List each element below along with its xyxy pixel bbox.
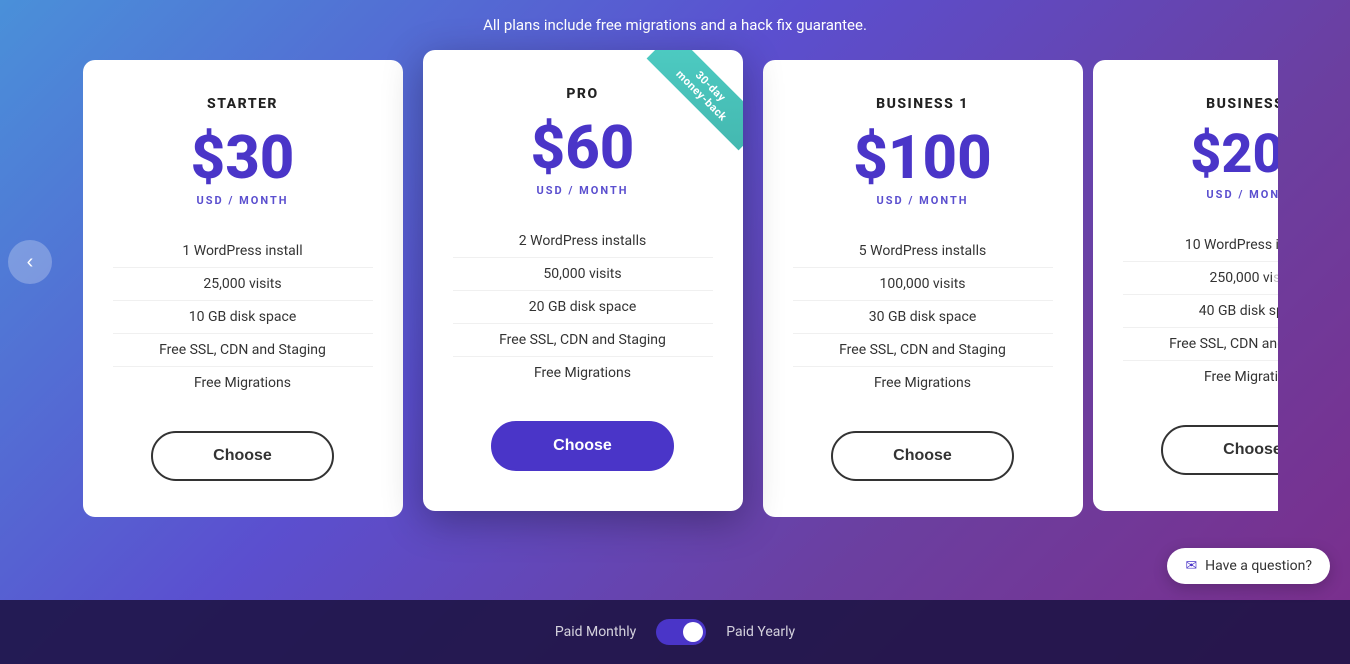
- banner-text: All plans include free migrations and a …: [483, 16, 867, 34]
- starter-feature-1: 25,000 visits: [113, 268, 373, 301]
- pro-feature-2: 20 GB disk space: [453, 291, 713, 324]
- starter-plan-period: USD / MONTH: [113, 194, 373, 207]
- business1-feature-1: 100,000 visits: [793, 268, 1053, 301]
- toggle-knob: [683, 622, 703, 642]
- plan-card-business2: BUSINESS 2 $200 USD / MONTH 10 WordPress…: [1093, 60, 1278, 511]
- business2-feature-1: 250,000 visits ›: [1123, 262, 1278, 295]
- top-banner: All plans include free migrations and a …: [0, 0, 1350, 50]
- business1-feature-2: 30 GB disk space: [793, 301, 1053, 334]
- pro-feature-4: Free Migrations: [453, 357, 713, 389]
- business2-choose-button[interactable]: Choose: [1161, 425, 1277, 475]
- starter-plan-name: STARTER: [113, 96, 373, 112]
- plans-wrapper: STARTER $30 USD / MONTH 1 WordPress inst…: [0, 50, 1350, 517]
- starter-feature-0: 1 WordPress install: [113, 235, 373, 268]
- plan-card-pro: 30-daymoney-back PRO $60 USD / MONTH 2 W…: [423, 50, 743, 511]
- plan-card-starter: STARTER $30 USD / MONTH 1 WordPress inst…: [83, 60, 403, 517]
- pro-choose-button[interactable]: Choose: [491, 421, 674, 471]
- starter-choose-button[interactable]: Choose: [151, 431, 334, 481]
- left-arrow-icon: ‹: [27, 251, 34, 274]
- billing-toggle[interactable]: [656, 619, 706, 645]
- business1-feature-3: Free SSL, CDN and Staging: [793, 334, 1053, 367]
- business1-plan-price: $100: [793, 128, 1053, 188]
- business1-feature-0: 5 WordPress installs: [793, 235, 1053, 268]
- business2-plan-name: BUSINESS 2: [1123, 96, 1278, 112]
- business2-inner-card: BUSINESS 2 $200 USD / MONTH 10 WordPress…: [1093, 60, 1278, 511]
- pro-plan-period: USD / MONTH: [453, 184, 713, 197]
- ribbon-text: 30-daymoney-back: [646, 50, 742, 150]
- business2-features-list: 10 WordPress installs 250,000 visits › 4…: [1123, 229, 1278, 393]
- business2-plan-period: USD / MONTH: [1123, 188, 1278, 201]
- business2-feature-3: Free SSL, CDN and Staging: [1123, 328, 1278, 361]
- yearly-label: Paid Yearly: [726, 624, 795, 640]
- plans-container: STARTER $30 USD / MONTH 1 WordPress inst…: [13, 60, 1338, 517]
- have-question-label: Have a question?: [1205, 558, 1312, 574]
- business1-choose-button[interactable]: Choose: [831, 431, 1014, 481]
- have-question-widget[interactable]: ✉ Have a question?: [1167, 548, 1330, 584]
- starter-feature-4: Free Migrations: [113, 367, 373, 399]
- monthly-label: Paid Monthly: [555, 624, 636, 640]
- business1-plan-period: USD / MONTH: [793, 194, 1053, 207]
- business1-features-list: 5 WordPress installs 100,000 visits 30 G…: [793, 235, 1053, 399]
- pro-feature-1: 50,000 visits: [453, 258, 713, 291]
- chat-icon: ✉: [1185, 558, 1197, 574]
- pro-feature-0: 2 WordPress installs: [453, 225, 713, 258]
- plan-card-business1: BUSINESS 1 $100 USD / MONTH 5 WordPress …: [763, 60, 1083, 517]
- bottom-bar: Paid Monthly Paid Yearly: [0, 600, 1350, 664]
- starter-feature-3: Free SSL, CDN and Staging: [113, 334, 373, 367]
- business2-feature-4: Free Migrations: [1123, 361, 1278, 393]
- pro-feature-3: Free SSL, CDN and Staging: [453, 324, 713, 357]
- plan-card-business2-wrapper: BUSINESS 2 $200 USD / MONTH 10 WordPress…: [1093, 60, 1278, 511]
- pro-ribbon: 30-daymoney-back: [633, 50, 743, 160]
- business2-feature-0: 10 WordPress installs: [1123, 229, 1278, 262]
- starter-features-list: 1 WordPress install 25,000 visits 10 GB …: [113, 235, 373, 399]
- business2-feature-2: 40 GB disk space: [1123, 295, 1278, 328]
- prev-arrow[interactable]: ‹: [8, 240, 52, 284]
- starter-plan-price: $30: [113, 128, 373, 188]
- business2-plan-price: $200: [1123, 128, 1278, 182]
- starter-feature-2: 10 GB disk space: [113, 301, 373, 334]
- business1-plan-name: BUSINESS 1: [793, 96, 1053, 112]
- business1-feature-4: Free Migrations: [793, 367, 1053, 399]
- pro-features-list: 2 WordPress installs 50,000 visits 20 GB…: [453, 225, 713, 389]
